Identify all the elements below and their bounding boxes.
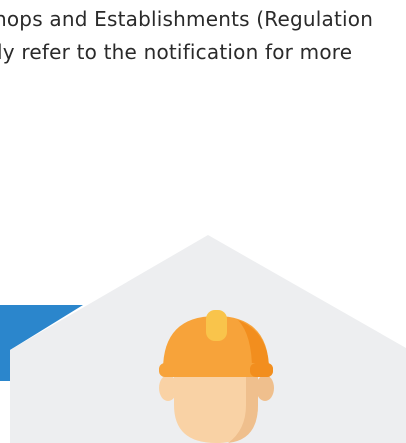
right-ear-shape bbox=[256, 375, 274, 401]
helmet-brim-shadow-shape bbox=[250, 363, 273, 377]
worker-illustration bbox=[0, 235, 406, 443]
helmet-ridge-shape bbox=[206, 310, 227, 341]
